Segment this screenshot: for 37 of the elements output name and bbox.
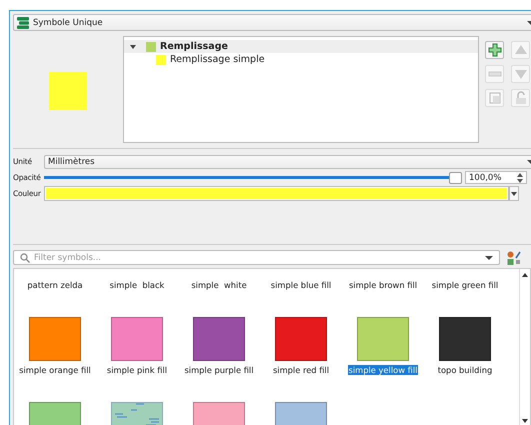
stacked-layers-icon [17, 16, 29, 28]
add-layer-button[interactable] [485, 41, 504, 59]
tree-item[interactable]: Remplissage simple [124, 53, 478, 66]
symbol-label[interactable]: simple green fill [430, 280, 500, 290]
filter-field[interactable]: Filter symbols... [34, 252, 481, 262]
duplicate-icon [488, 91, 502, 105]
renderer-dropdown[interactable]: Symbole Unique [13, 14, 531, 31]
lock-icon [514, 91, 528, 105]
symbol-label[interactable]: simple orange fill [18, 365, 92, 375]
symbol-label[interactable]: simple white [190, 280, 248, 290]
scroll-down-icon[interactable] [521, 418, 529, 424]
plus-icon [488, 43, 502, 57]
unit-dropdown[interactable]: Millimètres [44, 154, 531, 168]
expand-arrow-icon[interactable] [130, 44, 136, 48]
tree-item[interactable]: Remplissage [124, 40, 478, 53]
search-icon [20, 252, 30, 262]
up-arrow-icon [514, 43, 528, 57]
symbol-label[interactable]: simple red fill [272, 365, 330, 375]
scroll-up-icon[interactable] [521, 272, 529, 278]
scrollbar[interactable] [519, 269, 530, 425]
symbol-label[interactable]: simple blue fill [270, 280, 332, 290]
symbol-label[interactable]: simple purple fill [183, 365, 255, 375]
symbol-label[interactable]: simple black [108, 280, 166, 290]
spin-arrows-icon [517, 172, 523, 184]
symbol-label[interactable]: topo building [436, 365, 494, 375]
slider-handle[interactable] [449, 172, 462, 184]
opacity-spinbox[interactable]: 100,0% [465, 171, 527, 184]
symbol-label[interactable]: simple brown fill [348, 280, 418, 290]
style-manager-icon[interactable] [507, 250, 521, 264]
down-arrow-icon [514, 67, 528, 81]
caret-icon[interactable] [485, 256, 493, 260]
filter-combo-box[interactable]: Filter symbols... [13, 250, 500, 265]
opacity-slider[interactable] [44, 172, 461, 183]
color-menu-button[interactable] [509, 186, 519, 201]
symbol-label[interactable]: simple yellow fill [348, 365, 418, 375]
symbol-label[interactable]: simple pink fill [106, 365, 168, 375]
symbol-label[interactable]: pattern zelda [26, 280, 84, 290]
